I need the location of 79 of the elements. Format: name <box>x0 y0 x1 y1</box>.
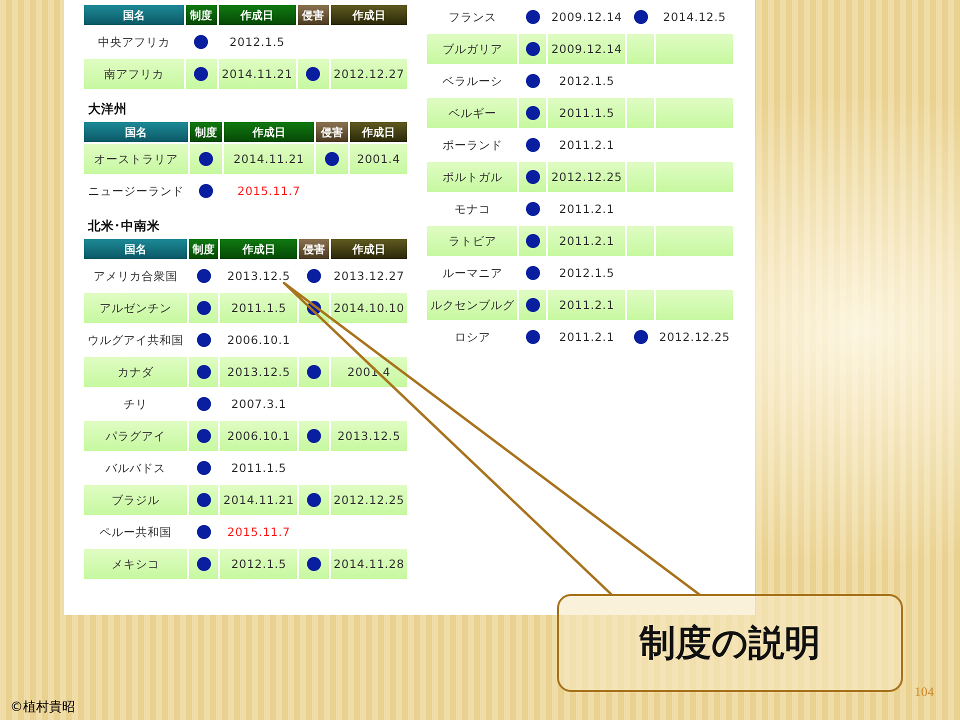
country-cell: 南アフリカ <box>84 59 184 89</box>
date-text: 2006.10.1 <box>227 429 290 443</box>
country-cell: ブルガリア <box>427 34 518 64</box>
callout-text: 制度の説明 <box>640 622 820 666</box>
date-text: 2012.12.27 <box>334 67 404 81</box>
date-text: 2011.2.1 <box>559 202 614 216</box>
region-heading: 大洋州 <box>88 101 128 118</box>
date-text: 2012.1.5 <box>231 557 286 571</box>
date-text: 2011.1.5 <box>559 106 614 120</box>
column-header: 制度 <box>190 122 222 142</box>
country-cell-text: ベラルーシ <box>441 72 504 90</box>
country-cell: メキシコ <box>84 549 188 579</box>
copyright-text: ©植村貴昭 <box>10 699 75 716</box>
date-text: 2015.11.7 <box>227 525 290 539</box>
column-header: 作成日 <box>220 239 298 259</box>
date-text: 2011.1.5 <box>231 461 286 475</box>
column-header: 国名 <box>84 239 188 259</box>
column-header: 国名 <box>84 5 184 25</box>
date-text: 2012.12.25 <box>659 330 730 344</box>
country-cell: ポルトガル <box>427 162 518 192</box>
date-text: 2012.1.5 <box>230 35 285 49</box>
country-cell-text: ロシア <box>453 328 492 346</box>
column-header: 国名 <box>84 122 188 142</box>
date-text: 2013.12.5 <box>227 365 290 379</box>
date-text: 2006.10.1 <box>227 333 290 347</box>
column-header: 作成日 <box>330 239 408 259</box>
date-text: 2012.12.25 <box>334 493 404 507</box>
date-text: 2014.11.28 <box>334 557 404 571</box>
date-text: 2011.1.5 <box>231 301 286 315</box>
date-text: 2011.2.1 <box>559 234 614 248</box>
country-cell-text: ペルー共和国 <box>98 524 173 540</box>
country-cell-text: ニュージーランド <box>87 182 185 200</box>
country-cell: パラグアイ <box>84 421 188 451</box>
country-cell-text: 中央アフリカ <box>96 34 171 50</box>
date-text: 2001.4 <box>357 152 400 166</box>
date-text: 2011.2.1 <box>559 298 614 312</box>
date-text: 2011.2.1 <box>559 138 614 152</box>
column-header: 侵害 <box>299 239 329 259</box>
country-cell: オーストラリア <box>84 144 188 174</box>
date-text: 2013.12.27 <box>334 269 404 283</box>
country-cell-text: チリ <box>122 396 149 412</box>
date-text: 2007.3.1 <box>231 397 286 411</box>
country-cell-text: バルバドス <box>104 460 167 476</box>
country-cell: ラトビア <box>427 226 518 256</box>
date-text: 2013.12.5 <box>227 269 290 283</box>
country-cell-text: アメリカ合衆国 <box>92 268 179 284</box>
country-cell: ベルギー <box>427 98 518 128</box>
country-cell-text: ポーランド <box>441 136 504 154</box>
column-header: 侵害 <box>316 122 348 142</box>
page-number: 104 <box>914 684 934 700</box>
country-cell-text: フランス <box>447 8 498 26</box>
date-text: 2014.12.5 <box>663 10 726 24</box>
column-header: 作成日 <box>218 5 296 25</box>
country-cell-text: ルーマニア <box>441 264 504 282</box>
date-text: 2012.1.5 <box>559 266 614 280</box>
column-header: 作成日 <box>330 5 408 25</box>
date-text: 2014.11.21 <box>222 67 293 81</box>
column-header: 作成日 <box>224 122 314 142</box>
country-cell-text: モナコ <box>453 200 492 218</box>
country-cell: ブラジル <box>84 485 188 515</box>
country-cell-text: ウルグアイ共和国 <box>86 332 185 348</box>
country-cell: ルクセンブルグ <box>427 290 518 320</box>
date-text: 2012.12.25 <box>551 170 622 184</box>
column-header: 制度 <box>189 239 218 259</box>
date-text: 2014.11.21 <box>233 152 304 166</box>
column-header: 侵害 <box>298 5 329 25</box>
date-text: 2012.1.5 <box>559 74 614 88</box>
date-text: 2015.11.7 <box>237 184 300 198</box>
region-heading: 北米･中南米 <box>88 218 161 235</box>
column-header: 制度 <box>186 5 217 25</box>
date-text: 2009.12.14 <box>551 42 622 56</box>
date-text: 2011.2.1 <box>559 330 614 344</box>
country-cell: アルゼンチン <box>84 293 188 323</box>
country-cell: カナダ <box>84 357 188 387</box>
date-text: 2014.11.21 <box>223 493 294 507</box>
date-text: 2014.10.10 <box>334 301 404 315</box>
date-text: 2013.12.5 <box>337 429 401 443</box>
column-header: 作成日 <box>350 122 408 142</box>
date-text: 2009.12.14 <box>551 10 622 24</box>
